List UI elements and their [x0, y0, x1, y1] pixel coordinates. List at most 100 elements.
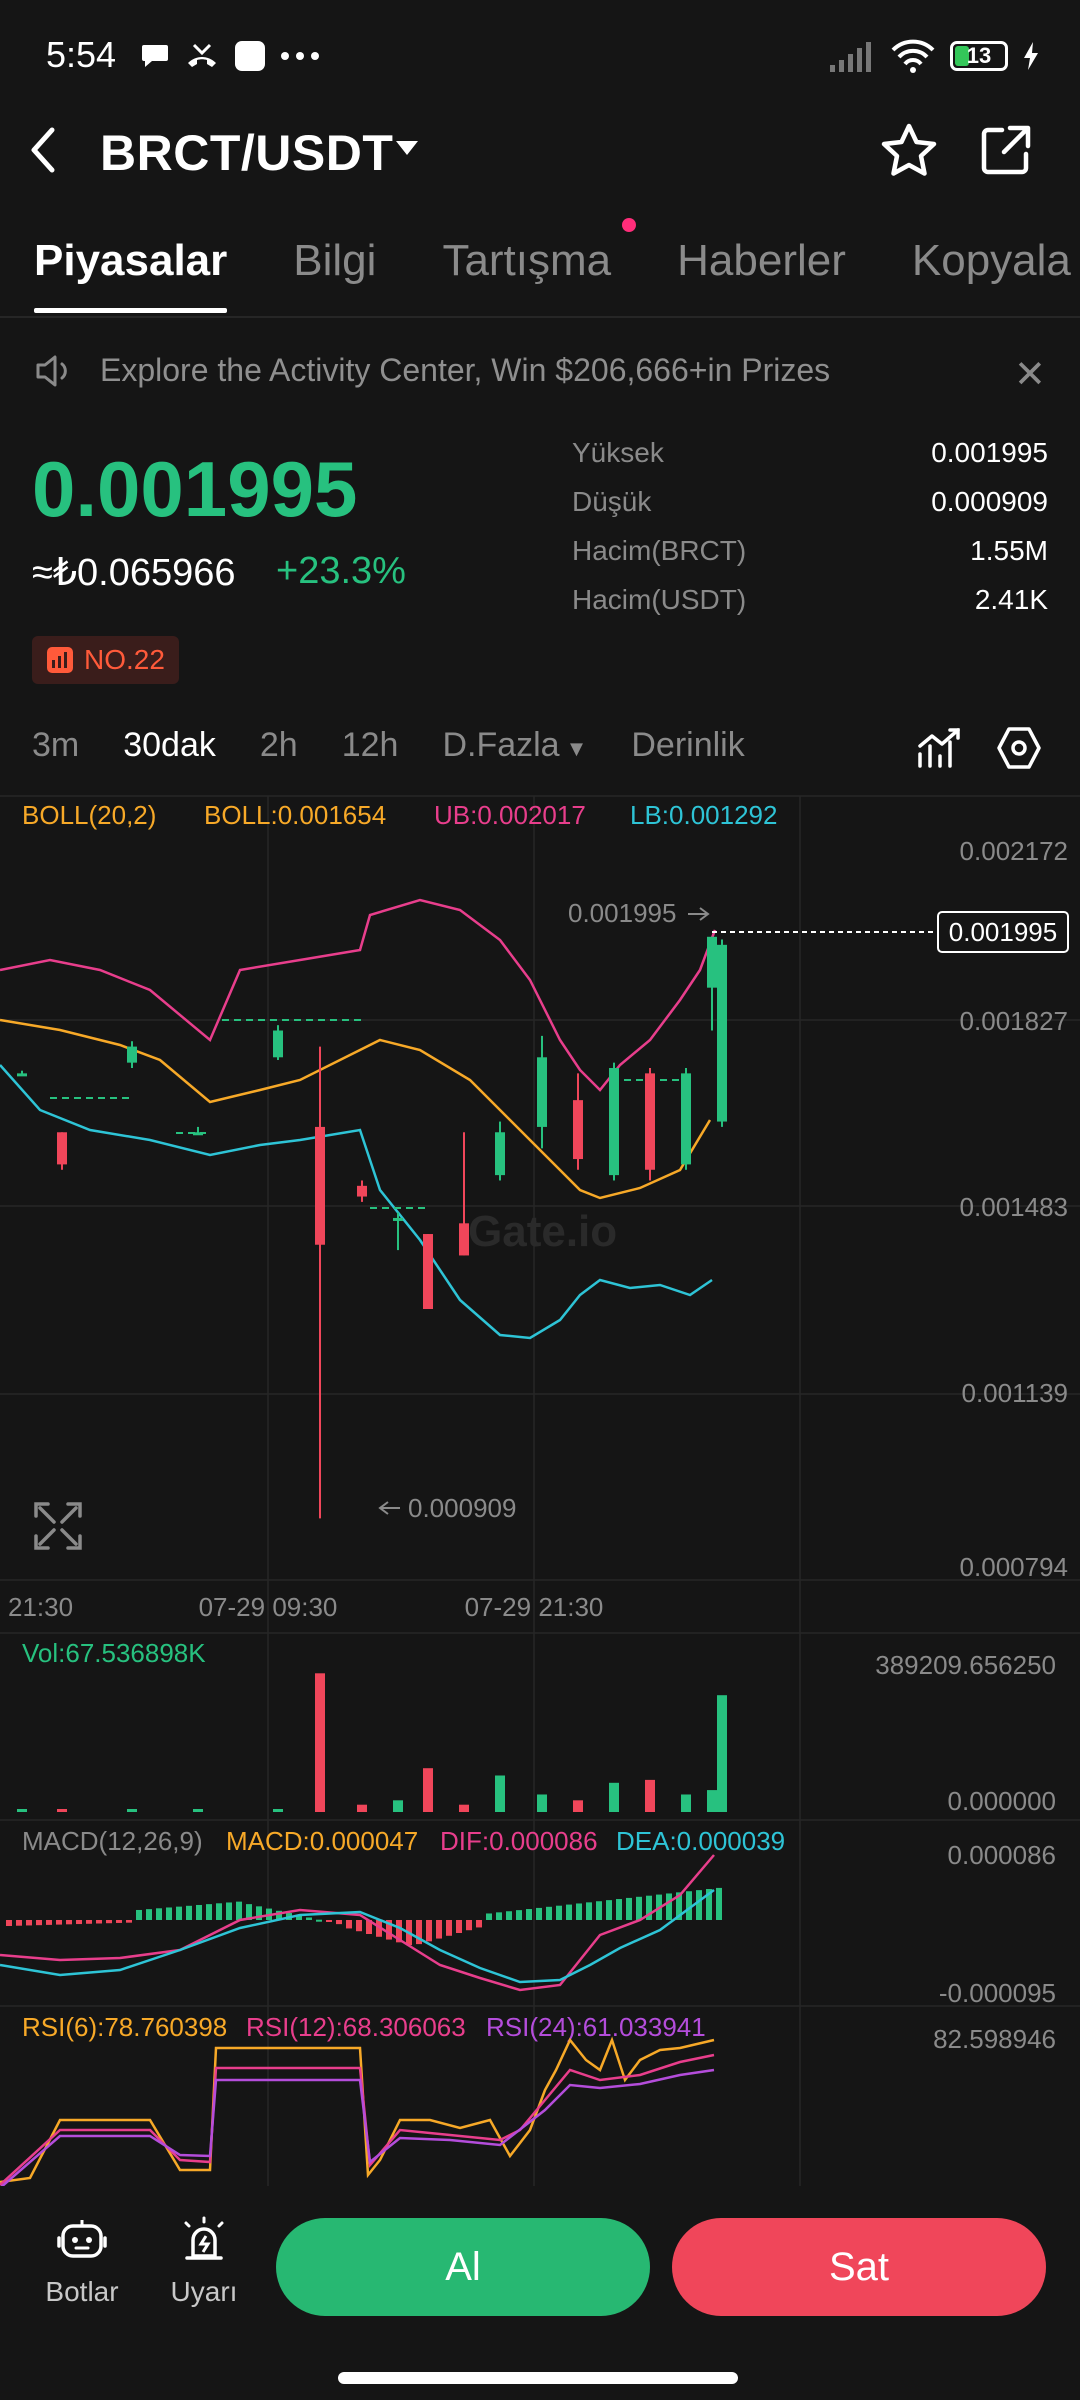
favorite-star-icon[interactable]: [880, 122, 938, 178]
stat-value: 2.41K: [974, 583, 1048, 615]
macd-bar: [346, 1920, 352, 1929]
bots-label: Botlar: [45, 2276, 119, 2307]
macd-bar: [76, 1920, 82, 1925]
macd-bar: [196, 1904, 202, 1920]
timeframe-more-label: D.Fazla: [442, 726, 560, 764]
macd-bar: [126, 1920, 132, 1923]
sell-button[interactable]: Sat: [672, 2218, 1046, 2316]
tab-piyasalar[interactable]: Piyasalar: [34, 236, 228, 313]
volume-min: 0.000000: [948, 1786, 1056, 1816]
x-label: 07-29 21:30: [465, 1592, 604, 1622]
macd-bar: [476, 1920, 482, 1928]
banner-close-icon[interactable]: ✕: [1014, 352, 1046, 397]
boll-mid: BOLL:0.001654: [204, 800, 386, 830]
volume-max: 389209.656250: [875, 1650, 1056, 1680]
macd-bar: [106, 1920, 112, 1924]
macd-bar: [556, 1905, 562, 1920]
candlestick-chart[interactable]: BOLL(20,2) BOLL:0.001654 UB:0.002017 LB:…: [0, 790, 1080, 2190]
stat-label: Hacim(BRCT): [572, 534, 747, 566]
candle-body: [681, 1073, 691, 1165]
macd-bar: [616, 1899, 622, 1920]
candle-body: [127, 1046, 137, 1063]
y-label: 0.001483: [960, 1192, 1068, 1222]
alert-button[interactable]: Uyarı: [152, 2216, 256, 2308]
macd-bar: [216, 1903, 222, 1920]
stat-value: 0.000909: [931, 485, 1048, 517]
timeframe-2h[interactable]: 2h: [260, 726, 298, 765]
home-indicator: [338, 2372, 738, 2384]
macd-bar: [56, 1920, 62, 1925]
macd-bar: [636, 1896, 642, 1920]
wifi-icon: [891, 39, 935, 73]
volume-bar: [681, 1794, 691, 1812]
last-price: 0.001995: [32, 445, 358, 533]
rsi24-label: RSI(24):61.033941: [486, 2012, 706, 2042]
macd-bar: [696, 1890, 702, 1920]
macd-bar: [486, 1913, 492, 1920]
candle-body: [315, 1126, 325, 1245]
fullscreen-icon[interactable]: [34, 1502, 82, 1550]
rank-badge[interactable]: NO.22: [32, 636, 179, 684]
speaker-icon: [36, 355, 67, 386]
price-change: +23.3%: [276, 550, 406, 592]
pair-dropdown-icon[interactable]: [394, 138, 420, 158]
status-time: 5:54: [46, 34, 117, 75]
boll-lower-band: [0, 1064, 713, 1340]
tab-bilgi[interactable]: Bilgi: [293, 236, 376, 286]
depth-tab[interactable]: Derinlik: [631, 726, 744, 765]
timeframe-12h[interactable]: 12h: [342, 726, 399, 765]
volume-bar: [193, 1809, 203, 1812]
macd-dea: DEA:0.000039: [616, 1826, 785, 1856]
banner-text: Explore the Activity Center, Win $206,66…: [100, 352, 831, 388]
boll-name: BOLL(20,2): [22, 800, 156, 830]
macd-bar: [666, 1893, 672, 1920]
fiat-price: ≈₺0.065966: [32, 552, 236, 594]
pair-title[interactable]: BRCT/USDT: [100, 124, 393, 182]
macd-bar: [336, 1920, 342, 1925]
macd-bar: [166, 1907, 172, 1920]
bots-button[interactable]: Botlar: [30, 2216, 134, 2308]
macd-bar: [96, 1920, 102, 1924]
more-dots-icon: [281, 52, 319, 60]
rsi-max: 82.598946: [933, 2024, 1056, 2054]
macd-bar: [46, 1920, 52, 1925]
timeframe-more-dropdown[interactable]: D.Fazla ▼: [442, 726, 587, 765]
market-tabs: Piyasalar Bilgi Tartışma Haberler Kopyal…: [34, 236, 1080, 313]
tab-haberler[interactable]: Haberler: [677, 236, 846, 286]
tabs-divider: [0, 316, 1080, 318]
macd-bar: [36, 1920, 42, 1926]
macd-bar: [186, 1905, 192, 1920]
timeframe-3m[interactable]: 3m: [32, 726, 79, 765]
timeframe-30dak[interactable]: 30dak: [123, 726, 216, 765]
stat-row-vol-base: Hacim(BRCT) 1.55M: [572, 526, 1048, 575]
macd-bar: [66, 1920, 72, 1925]
tab-kopyala[interactable]: Kopyala: [912, 236, 1071, 286]
indicator-chart-icon[interactable]: [916, 726, 962, 770]
buy-button[interactable]: Al: [276, 2218, 650, 2316]
settings-hexagon-icon[interactable]: [996, 726, 1042, 770]
macd-bar: [586, 1902, 592, 1920]
candle-body: [357, 1185, 367, 1197]
candle-body: [273, 1030, 283, 1058]
promo-banner[interactable]: Explore the Activity Center, Win $206,66…: [34, 352, 830, 389]
share-icon[interactable]: [978, 122, 1034, 178]
tab-tartisma[interactable]: Tartışma: [442, 236, 611, 286]
volume-bar: [127, 1809, 137, 1812]
macd-bar: [86, 1920, 92, 1924]
rsi6-label: RSI(6):78.760398: [22, 2012, 227, 2042]
volume-bar: [459, 1804, 469, 1812]
macd-bar: [26, 1920, 32, 1926]
notification-dot: [622, 218, 636, 232]
macd-bar: [316, 1919, 322, 1922]
back-button[interactable]: [28, 120, 72, 180]
stat-value: 1.55M: [970, 534, 1048, 566]
candle-body: [57, 1132, 67, 1165]
volume-bar: [573, 1800, 583, 1812]
rank-chart-icon: [47, 647, 73, 673]
y-label: 0.001139: [961, 1378, 1068, 1408]
rank-text: NO.22: [84, 644, 165, 675]
status-notification-icons: [140, 36, 320, 76]
chart-tools: [916, 726, 1042, 770]
boll-upper-band: [0, 898, 717, 1092]
macd-bar: [516, 1910, 522, 1920]
